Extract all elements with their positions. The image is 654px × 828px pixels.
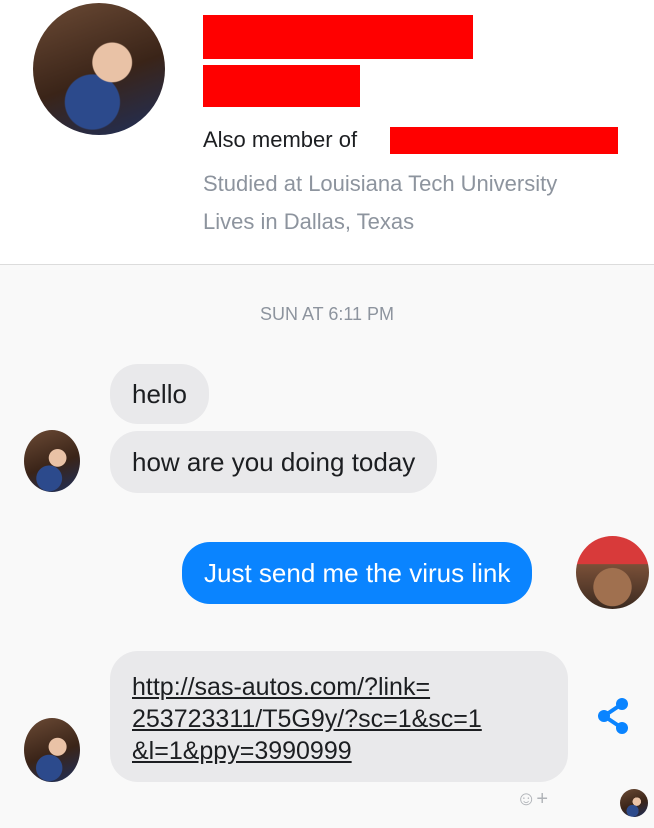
profile-location: Lives in Dallas, Texas	[203, 209, 415, 234]
also-member-of-label: Also member of	[203, 127, 358, 152]
link-message-bubble[interactable]: http://sas-autos.com/?link= 253723311/T5…	[110, 651, 568, 782]
message-link-line[interactable]: http://sas-autos.com/?link=	[132, 671, 546, 703]
seen-avatar-icon	[620, 789, 648, 817]
contact-profile-avatar[interactable]	[33, 3, 165, 135]
message-timestamp: SUN AT 6:11 PM	[259, 304, 395, 324]
message-bubble-greeting[interactable]: how are you doing today	[110, 431, 438, 493]
share-icon[interactable]	[592, 694, 636, 738]
message-link-line[interactable]: &l=1&ppy=3990999	[132, 735, 546, 767]
redacted-group-name	[390, 127, 618, 154]
outgoing-message-bubble[interactable]: Just send me the virus link	[182, 542, 533, 604]
add-reaction-icon[interactable]: ☺+	[516, 784, 566, 814]
redacted-subtitle	[203, 65, 360, 107]
message-bubble-hello[interactable]: hello	[110, 364, 209, 424]
contact-avatar[interactable]	[24, 430, 80, 492]
profile-header: Also member of Studied at Louisiana Tech…	[0, 0, 654, 265]
my-avatar[interactable]	[576, 536, 649, 609]
redacted-name	[203, 15, 473, 59]
profile-education: Studied at Louisiana Tech University	[203, 171, 558, 196]
message-link-line[interactable]: 253723311/T5G9y/?sc=1&sc=1	[132, 703, 546, 735]
contact-avatar[interactable]	[24, 718, 80, 782]
